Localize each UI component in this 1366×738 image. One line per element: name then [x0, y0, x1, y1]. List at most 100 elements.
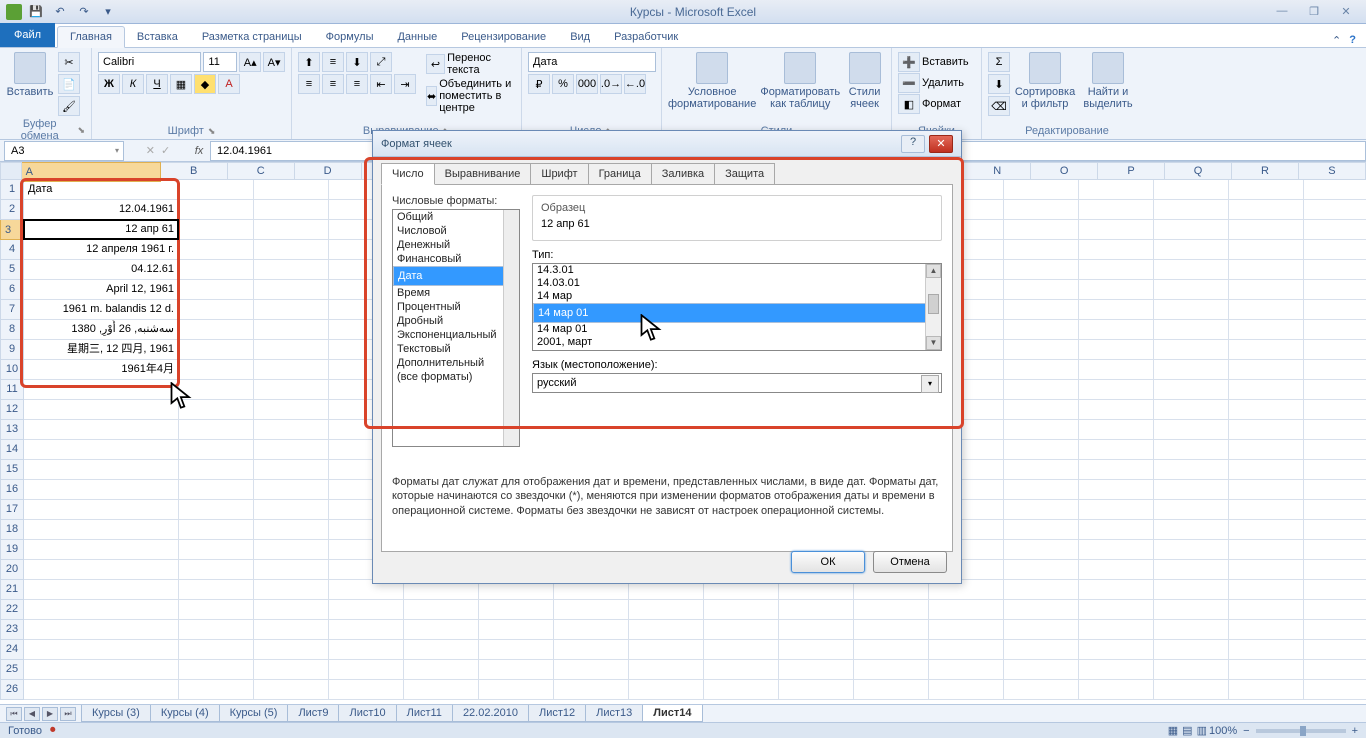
cell[interactable]: [24, 660, 179, 680]
category-item[interactable]: Дробный: [393, 314, 519, 328]
row-header[interactable]: 22: [0, 600, 24, 620]
cell[interactable]: [1229, 520, 1304, 540]
tab-data[interactable]: Данные: [385, 27, 449, 47]
row-header[interactable]: 2: [0, 200, 24, 220]
cell[interactable]: [1079, 540, 1154, 560]
cell[interactable]: [179, 400, 254, 420]
underline-button[interactable]: Ч: [146, 74, 168, 94]
sheet-tab[interactable]: 22.02.2010: [452, 705, 529, 722]
sheet-last-icon[interactable]: ⏭: [60, 707, 76, 721]
cell[interactable]: [1304, 520, 1366, 540]
cell[interactable]: [1079, 360, 1154, 380]
cell[interactable]: [854, 660, 929, 680]
dialog-tab[interactable]: Защита: [714, 163, 775, 185]
cell[interactable]: [254, 200, 329, 220]
cell[interactable]: [179, 460, 254, 480]
cell[interactable]: 04.12.61: [24, 260, 179, 280]
cell[interactable]: [254, 440, 329, 460]
cell[interactable]: [1004, 480, 1079, 500]
ribbon-minimize-icon[interactable]: ⌃: [1332, 34, 1341, 47]
cell[interactable]: [854, 680, 929, 700]
cell[interactable]: 12 апреля 1961 г.: [24, 240, 179, 260]
cell[interactable]: [1079, 660, 1154, 680]
cell[interactable]: [179, 220, 254, 240]
cell[interactable]: [1154, 400, 1229, 420]
align-left-icon[interactable]: ≡: [298, 74, 320, 94]
cell[interactable]: [254, 660, 329, 680]
cell[interactable]: [404, 680, 479, 700]
cell[interactable]: [1079, 320, 1154, 340]
category-item[interactable]: Дата: [393, 266, 519, 286]
cell[interactable]: [1154, 640, 1229, 660]
row-header[interactable]: 19: [0, 540, 24, 560]
cell[interactable]: [1079, 440, 1154, 460]
row-header[interactable]: 10: [0, 360, 24, 380]
cell[interactable]: [24, 540, 179, 560]
cell[interactable]: [24, 500, 179, 520]
cell[interactable]: [179, 660, 254, 680]
col-header-D[interactable]: D: [295, 162, 362, 180]
name-box[interactable]: A3: [4, 141, 124, 161]
row-header[interactable]: 8: [0, 320, 24, 340]
cell[interactable]: [1304, 460, 1366, 480]
cell[interactable]: [1004, 500, 1079, 520]
cell[interactable]: [1229, 220, 1304, 240]
cell[interactable]: [24, 380, 179, 400]
align-right-icon[interactable]: ≡: [346, 74, 368, 94]
shrink-font-icon[interactable]: A▾: [263, 52, 285, 72]
thousands-icon[interactable]: 000: [576, 74, 598, 94]
sheet-tab[interactable]: Лист14: [642, 705, 702, 722]
cell[interactable]: [1304, 560, 1366, 580]
cell[interactable]: [179, 440, 254, 460]
cell[interactable]: [179, 480, 254, 500]
view-pagebreak-icon[interactable]: ▥: [1197, 724, 1207, 737]
dialog-tab[interactable]: Заливка: [651, 163, 715, 185]
category-item[interactable]: Время: [393, 286, 519, 300]
grow-font-icon[interactable]: A▴: [239, 52, 261, 72]
cell[interactable]: [179, 240, 254, 260]
cell[interactable]: [629, 600, 704, 620]
cell[interactable]: [1004, 180, 1079, 200]
cell[interactable]: [179, 340, 254, 360]
autosum-icon[interactable]: Σ: [988, 52, 1010, 72]
sort-filter-button[interactable]: Сортировка и фильтр: [1014, 52, 1076, 110]
cell[interactable]: [1229, 400, 1304, 420]
cell[interactable]: [1229, 680, 1304, 700]
cell[interactable]: [1154, 200, 1229, 220]
scrollbar[interactable]: [503, 210, 519, 446]
dialog-close-icon[interactable]: ✕: [929, 135, 953, 153]
cell[interactable]: [1229, 440, 1304, 460]
cell[interactable]: [1304, 400, 1366, 420]
cell[interactable]: [329, 660, 404, 680]
cell[interactable]: [1229, 320, 1304, 340]
cell[interactable]: [254, 360, 329, 380]
cell[interactable]: [254, 500, 329, 520]
cell[interactable]: [1079, 240, 1154, 260]
cell[interactable]: [479, 660, 554, 680]
cell[interactable]: [254, 240, 329, 260]
row-header[interactable]: 21: [0, 580, 24, 600]
row-header[interactable]: 4: [0, 240, 24, 260]
delete-cells-button[interactable]: ➖Удалить: [898, 73, 964, 93]
cell[interactable]: [1004, 320, 1079, 340]
cell[interactable]: 1961 m. balandis 12 d.: [24, 300, 179, 320]
scrollbar[interactable]: ▲▼: [925, 264, 941, 350]
cell[interactable]: [1229, 420, 1304, 440]
cell[interactable]: April 12, 1961: [24, 280, 179, 300]
cell[interactable]: [24, 560, 179, 580]
sheet-first-icon[interactable]: ⏮: [6, 707, 22, 721]
cell[interactable]: [1154, 180, 1229, 200]
cell[interactable]: [479, 620, 554, 640]
select-all-corner[interactable]: [0, 162, 22, 180]
cell[interactable]: [1229, 300, 1304, 320]
cell[interactable]: [1304, 680, 1366, 700]
sheet-tab[interactable]: Курсы (5): [219, 705, 289, 722]
cell[interactable]: [1154, 600, 1229, 620]
cell[interactable]: [1079, 300, 1154, 320]
restore-icon[interactable]: ❐: [1302, 5, 1326, 18]
cell[interactable]: [1304, 220, 1366, 240]
type-item[interactable]: 14 мар 01: [533, 323, 941, 336]
locale-select[interactable]: русский: [532, 373, 942, 393]
cell[interactable]: [1004, 600, 1079, 620]
cell[interactable]: [1304, 300, 1366, 320]
